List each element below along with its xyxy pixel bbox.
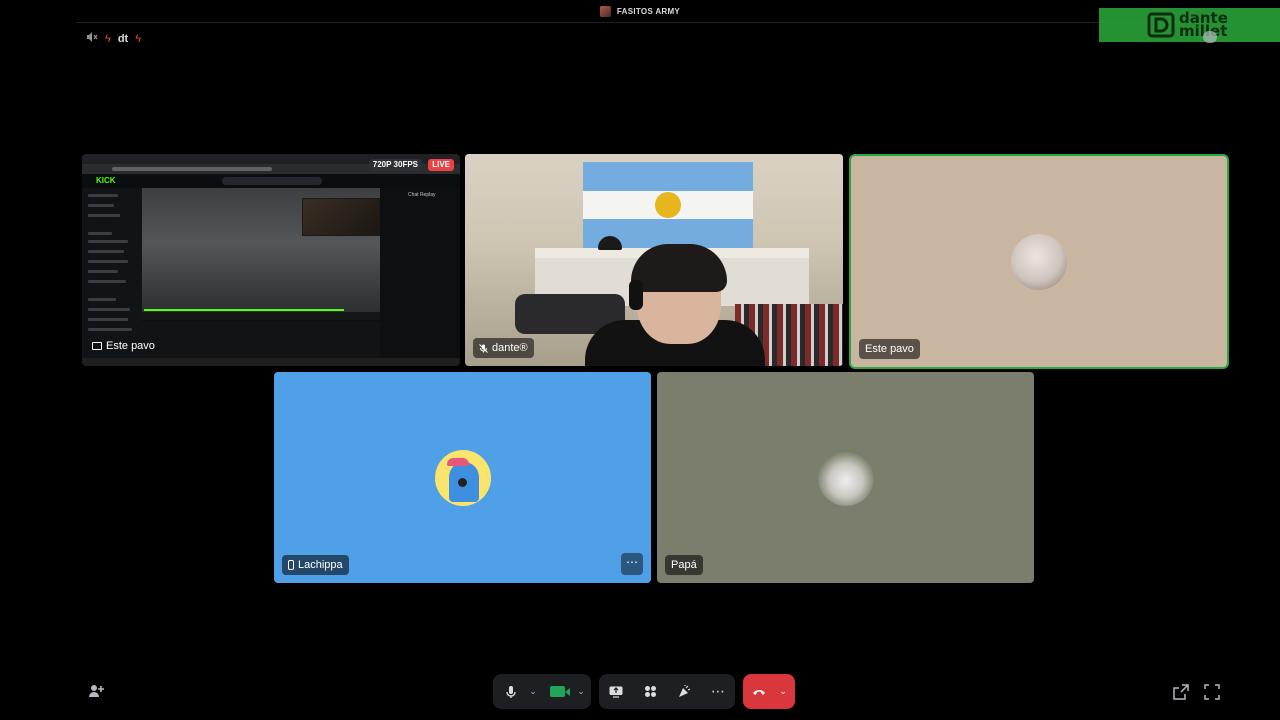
- disconnect-button[interactable]: [743, 674, 775, 709]
- bolt-icon: ϟ: [105, 32, 111, 45]
- bolt-icon: ϟ: [135, 32, 142, 45]
- video-progress: [144, 309, 344, 311]
- soundboard-icon: [679, 684, 691, 697]
- more-icon: ⋯: [711, 683, 725, 699]
- video-controls: [142, 312, 380, 320]
- title-bar: FASITOS ARMY: [0, 0, 1280, 22]
- camera-tile[interactable]: dante®: [465, 154, 843, 366]
- participant-label: Este pavo: [859, 339, 920, 359]
- participant-tile-papa[interactable]: Papá: [657, 372, 1034, 583]
- popout-icon[interactable]: [1173, 684, 1189, 700]
- mobile-icon: [288, 560, 294, 570]
- more-button[interactable]: ⋯: [701, 674, 735, 709]
- live-badge: LIVE: [428, 159, 454, 171]
- participant-name: Papá: [671, 559, 697, 571]
- stream-info: [142, 322, 380, 360]
- server-name: FASITOS ARMY: [616, 6, 681, 16]
- participant-tile-estepavo[interactable]: Este pavo: [849, 154, 1229, 369]
- disconnect-icon: [753, 689, 765, 695]
- disconnect-options-button[interactable]: ⌄: [775, 674, 791, 709]
- status-icons: ϟ dt ϟ: [86, 31, 141, 46]
- participant-name: dante®: [492, 342, 528, 354]
- avatar: [434, 449, 491, 506]
- divider: [76, 22, 1206, 23]
- screen-share-button[interactable]: [599, 674, 633, 709]
- microphone-icon: [506, 685, 516, 698]
- streamer-watermark: dante millet: [1099, 8, 1280, 42]
- mic-options-button[interactable]: ⌄: [525, 674, 541, 709]
- invite-icon[interactable]: [88, 683, 106, 701]
- site-search: [222, 177, 322, 185]
- participant-name: Este pavo: [865, 343, 914, 355]
- dt-label: dt: [117, 32, 129, 45]
- participant-tile-lachippa[interactable]: Lachippa ⋯: [274, 372, 651, 583]
- stream-tile[interactable]: KICK Chat Replay 720P 30FPS LIVE Este pa…: [82, 154, 460, 366]
- camera-icon: [549, 686, 570, 697]
- chat-panel: Chat Replay: [380, 188, 460, 360]
- activities-icon: [644, 686, 656, 697]
- stream-label: Este pavo: [92, 336, 155, 356]
- site-logo: KICK: [96, 176, 116, 185]
- speaker-muted-icon[interactable]: [86, 31, 98, 46]
- fullscreen-icon[interactable]: [1204, 684, 1220, 700]
- dante-logo-icon: [1147, 12, 1175, 38]
- quality-badge: 720P 30FPS: [368, 159, 422, 171]
- soundboard-button[interactable]: [667, 674, 701, 709]
- avatar: [817, 449, 874, 506]
- chat-title: Chat Replay: [408, 192, 436, 198]
- mic-muted-icon: [479, 343, 488, 353]
- webcam-overlay: [302, 198, 380, 236]
- screen-share-indicator-icon: [92, 342, 102, 350]
- call-stage: FASITOS ARMY ϟ dt ϟ dante millet KICK Ch…: [0, 0, 1280, 720]
- server-icon: [599, 5, 611, 17]
- participant-name: Este pavo: [106, 340, 155, 352]
- chat-bubble-icon[interactable]: [1203, 31, 1217, 43]
- site-sidebar: [82, 188, 142, 360]
- participant-label: Papá: [665, 555, 703, 575]
- os-taskbar: [82, 358, 460, 366]
- disconnect-controls: ⌄: [743, 674, 795, 709]
- person: [585, 244, 765, 366]
- avatar: [1011, 233, 1067, 290]
- camera-label: dante®: [473, 338, 534, 358]
- activities-button[interactable]: [633, 674, 667, 709]
- camera-button[interactable]: [541, 674, 573, 709]
- camera-options-button[interactable]: ⌄: [573, 674, 589, 709]
- participant-label: Lachippa: [282, 555, 349, 575]
- action-controls: ⋯: [599, 674, 735, 709]
- participant-name: Lachippa: [298, 559, 343, 571]
- av-controls: ⌄ ⌄: [493, 674, 591, 709]
- site-header: KICK: [82, 174, 460, 188]
- screen-share-icon: [609, 686, 623, 698]
- microphone-button[interactable]: [497, 674, 525, 709]
- more-options-button[interactable]: ⋯: [621, 553, 643, 575]
